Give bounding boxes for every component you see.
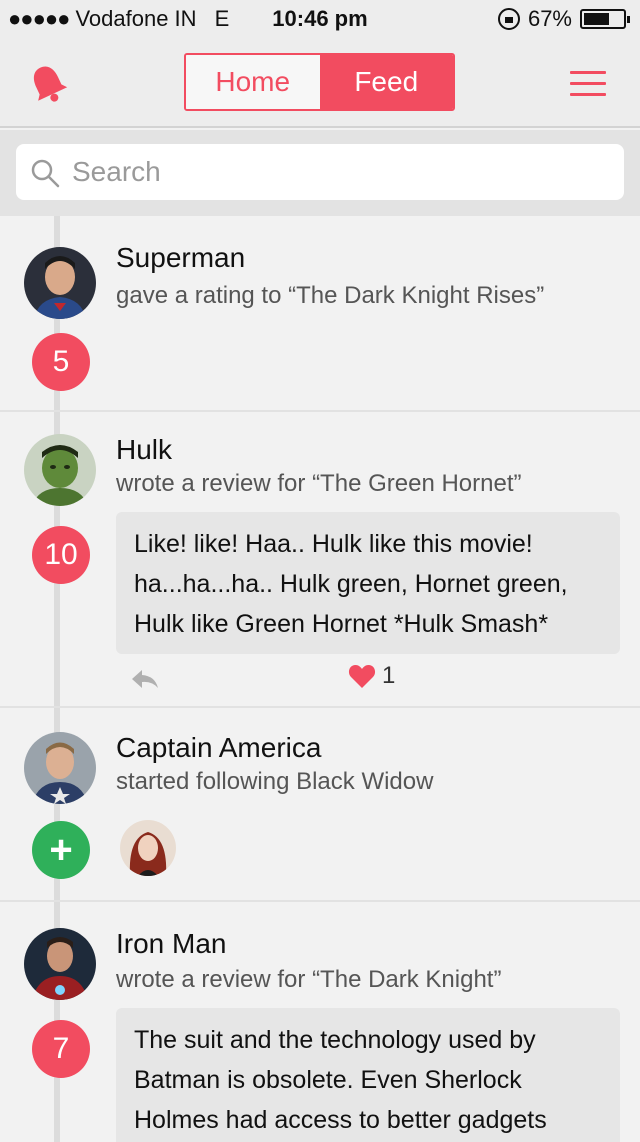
feed-item[interactable]: Superman gave a rating to “The Dark Knig… (0, 216, 640, 412)
feed-item[interactable]: Hulk wrote a review for “The Green Horne… (0, 412, 640, 708)
user-name[interactable]: Superman (116, 242, 245, 274)
review-bubble: The suit and the technology used by Batm… (116, 1008, 620, 1142)
like-count: 1 (382, 662, 396, 689)
activity-text: wrote a review for “The Green Hornet” (116, 470, 522, 497)
activity-text: gave a rating to “The Dark Knight Rises” (116, 282, 545, 309)
tab-home[interactable]: Home (186, 55, 320, 109)
user-name[interactable]: Iron Man (116, 928, 227, 960)
avatar (24, 247, 96, 319)
activity-feed: Superman gave a rating to “The Dark Knig… (0, 216, 640, 1142)
search-bar-area (0, 130, 640, 216)
search-box[interactable] (16, 144, 624, 200)
follow-badge: + (32, 821, 90, 879)
like-button[interactable]: 1 (348, 662, 395, 690)
search-input[interactable] (72, 144, 602, 200)
avatar (24, 928, 96, 1000)
followed-user-avatar[interactable] (120, 820, 176, 876)
rotation-lock-icon (497, 8, 520, 30)
heart-icon (348, 665, 376, 688)
search-icon (31, 159, 60, 188)
bell-icon[interactable] (28, 62, 68, 106)
rating-badge: 7 (32, 1020, 90, 1078)
user-name[interactable]: Hulk (116, 434, 172, 466)
user-name[interactable]: Captain America (116, 732, 321, 764)
battery-percent: 67% (527, 6, 572, 31)
feed-item[interactable]: Iron Man wrote a review for “The Dark Kn… (0, 902, 640, 1142)
system-indicators: 67% (497, 6, 630, 32)
rating-badge: 10 (32, 526, 90, 584)
status-bar: ●●●●● Vodafone IN E 10:46 pm 67% (0, 0, 640, 40)
activity-text: wrote a review for “The Dark Knight” (116, 966, 502, 993)
battery-fill (584, 13, 610, 25)
rating-badge: 5 (32, 333, 90, 391)
battery-icon (580, 9, 630, 29)
home-feed-switch: Home Feed (184, 53, 455, 111)
review-bubble: Like! like! Haa.. Hulk like this movie! … (116, 512, 620, 654)
activity-text: started following Black Widow (116, 768, 434, 795)
reply-icon[interactable] (130, 668, 160, 690)
tab-feed[interactable]: Feed (319, 55, 453, 109)
avatar (24, 732, 96, 804)
hamburger-menu-icon[interactable] (570, 71, 606, 97)
feed-item[interactable]: Captain America started following Black … (0, 708, 640, 902)
nav-bar: Home Feed (0, 40, 640, 128)
avatar (24, 434, 96, 506)
